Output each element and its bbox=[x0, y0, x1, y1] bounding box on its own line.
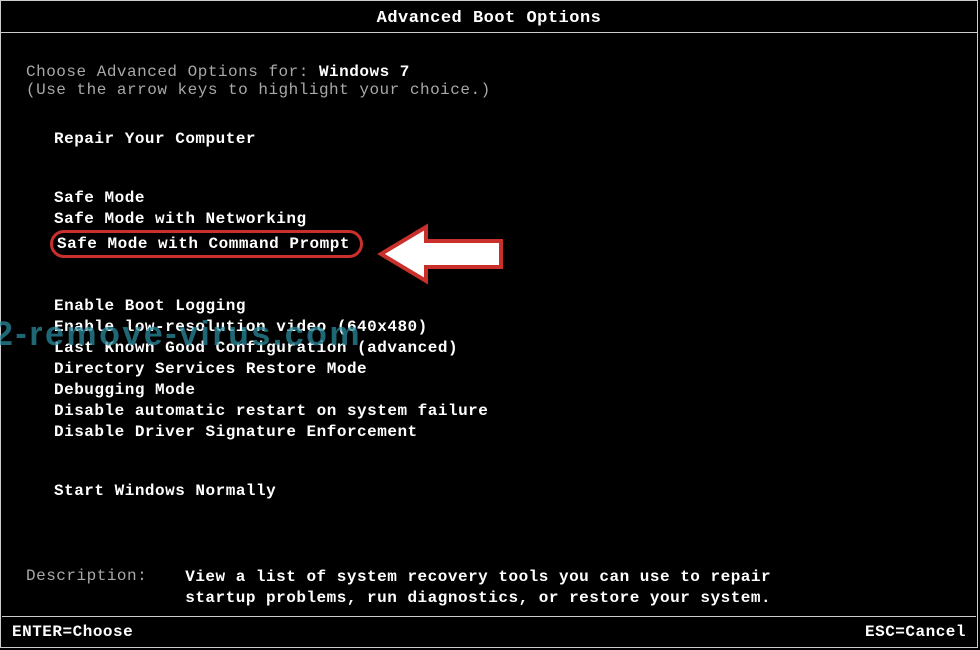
menu-debug[interactable]: Debugging Mode bbox=[54, 380, 952, 401]
menu-start-normally[interactable]: Start Windows Normally bbox=[54, 481, 952, 502]
menu-safe-mode-networking[interactable]: Safe Mode with Networking bbox=[54, 209, 952, 230]
menu-boot-log-label: Enable Boot Logging bbox=[54, 297, 246, 315]
description-label: Description: bbox=[26, 567, 147, 609]
intro-line: Choose Advanced Options for: Windows 7 bbox=[26, 63, 952, 81]
intro-hint: (Use the arrow keys to highlight your ch… bbox=[26, 81, 952, 99]
menu-safe-mode[interactable]: Safe Mode bbox=[54, 188, 952, 209]
menu-safe-mode-cmd-highlighted[interactable]: Safe Mode with Command Prompt bbox=[50, 230, 363, 258]
intro-os: Windows 7 bbox=[319, 63, 410, 81]
menu-start-normal-label: Start Windows Normally bbox=[54, 482, 276, 500]
menu-ds-restore[interactable]: Directory Services Restore Mode bbox=[54, 359, 952, 380]
menu-repair[interactable]: Repair Your Computer bbox=[54, 129, 952, 150]
footer-esc: ESC=Cancel bbox=[865, 623, 966, 641]
main-content: Choose Advanced Options for: Windows 7 (… bbox=[1, 33, 977, 619]
menu-safe-mode-net-label: Safe Mode with Networking bbox=[54, 210, 307, 228]
menu-low-res-label: Enable low-resolution video (640x480) bbox=[54, 318, 428, 336]
intro-prefix: Choose Advanced Options for: bbox=[26, 63, 319, 81]
menu-no-drv-sig[interactable]: Disable Driver Signature Enforcement bbox=[54, 422, 952, 443]
menu-no-auto-restart-label: Disable automatic restart on system fail… bbox=[54, 402, 488, 420]
menu-low-res[interactable]: Enable low-resolution video (640x480) bbox=[54, 317, 952, 338]
footer-bar: ENTER=Choose ESC=Cancel bbox=[2, 616, 976, 647]
menu-ds-restore-label: Directory Services Restore Mode bbox=[54, 360, 367, 378]
page-title: Advanced Boot Options bbox=[1, 1, 977, 33]
description-text: View a list of system recovery tools you… bbox=[185, 567, 785, 609]
boot-screen: Advanced Boot Options Choose Advanced Op… bbox=[0, 0, 978, 648]
menu-last-known[interactable]: Last Known Good Configuration (advanced) bbox=[54, 338, 952, 359]
menu-repair-label: Repair Your Computer bbox=[54, 130, 256, 148]
menu-safe-mode-label: Safe Mode bbox=[54, 189, 145, 207]
menu-last-known-label: Last Known Good Configuration (advanced) bbox=[54, 339, 458, 357]
description-block: Description: View a list of system recov… bbox=[26, 567, 952, 609]
menu-boot-logging[interactable]: Enable Boot Logging bbox=[54, 296, 952, 317]
footer-enter: ENTER=Choose bbox=[12, 623, 133, 641]
menu-debug-label: Debugging Mode bbox=[54, 381, 195, 399]
menu-safe-mode-cmd-label: Safe Mode with Command Prompt bbox=[57, 235, 350, 253]
menu-no-auto-restart[interactable]: Disable automatic restart on system fail… bbox=[54, 401, 952, 422]
menu-no-drv-sig-label: Disable Driver Signature Enforcement bbox=[54, 423, 418, 441]
